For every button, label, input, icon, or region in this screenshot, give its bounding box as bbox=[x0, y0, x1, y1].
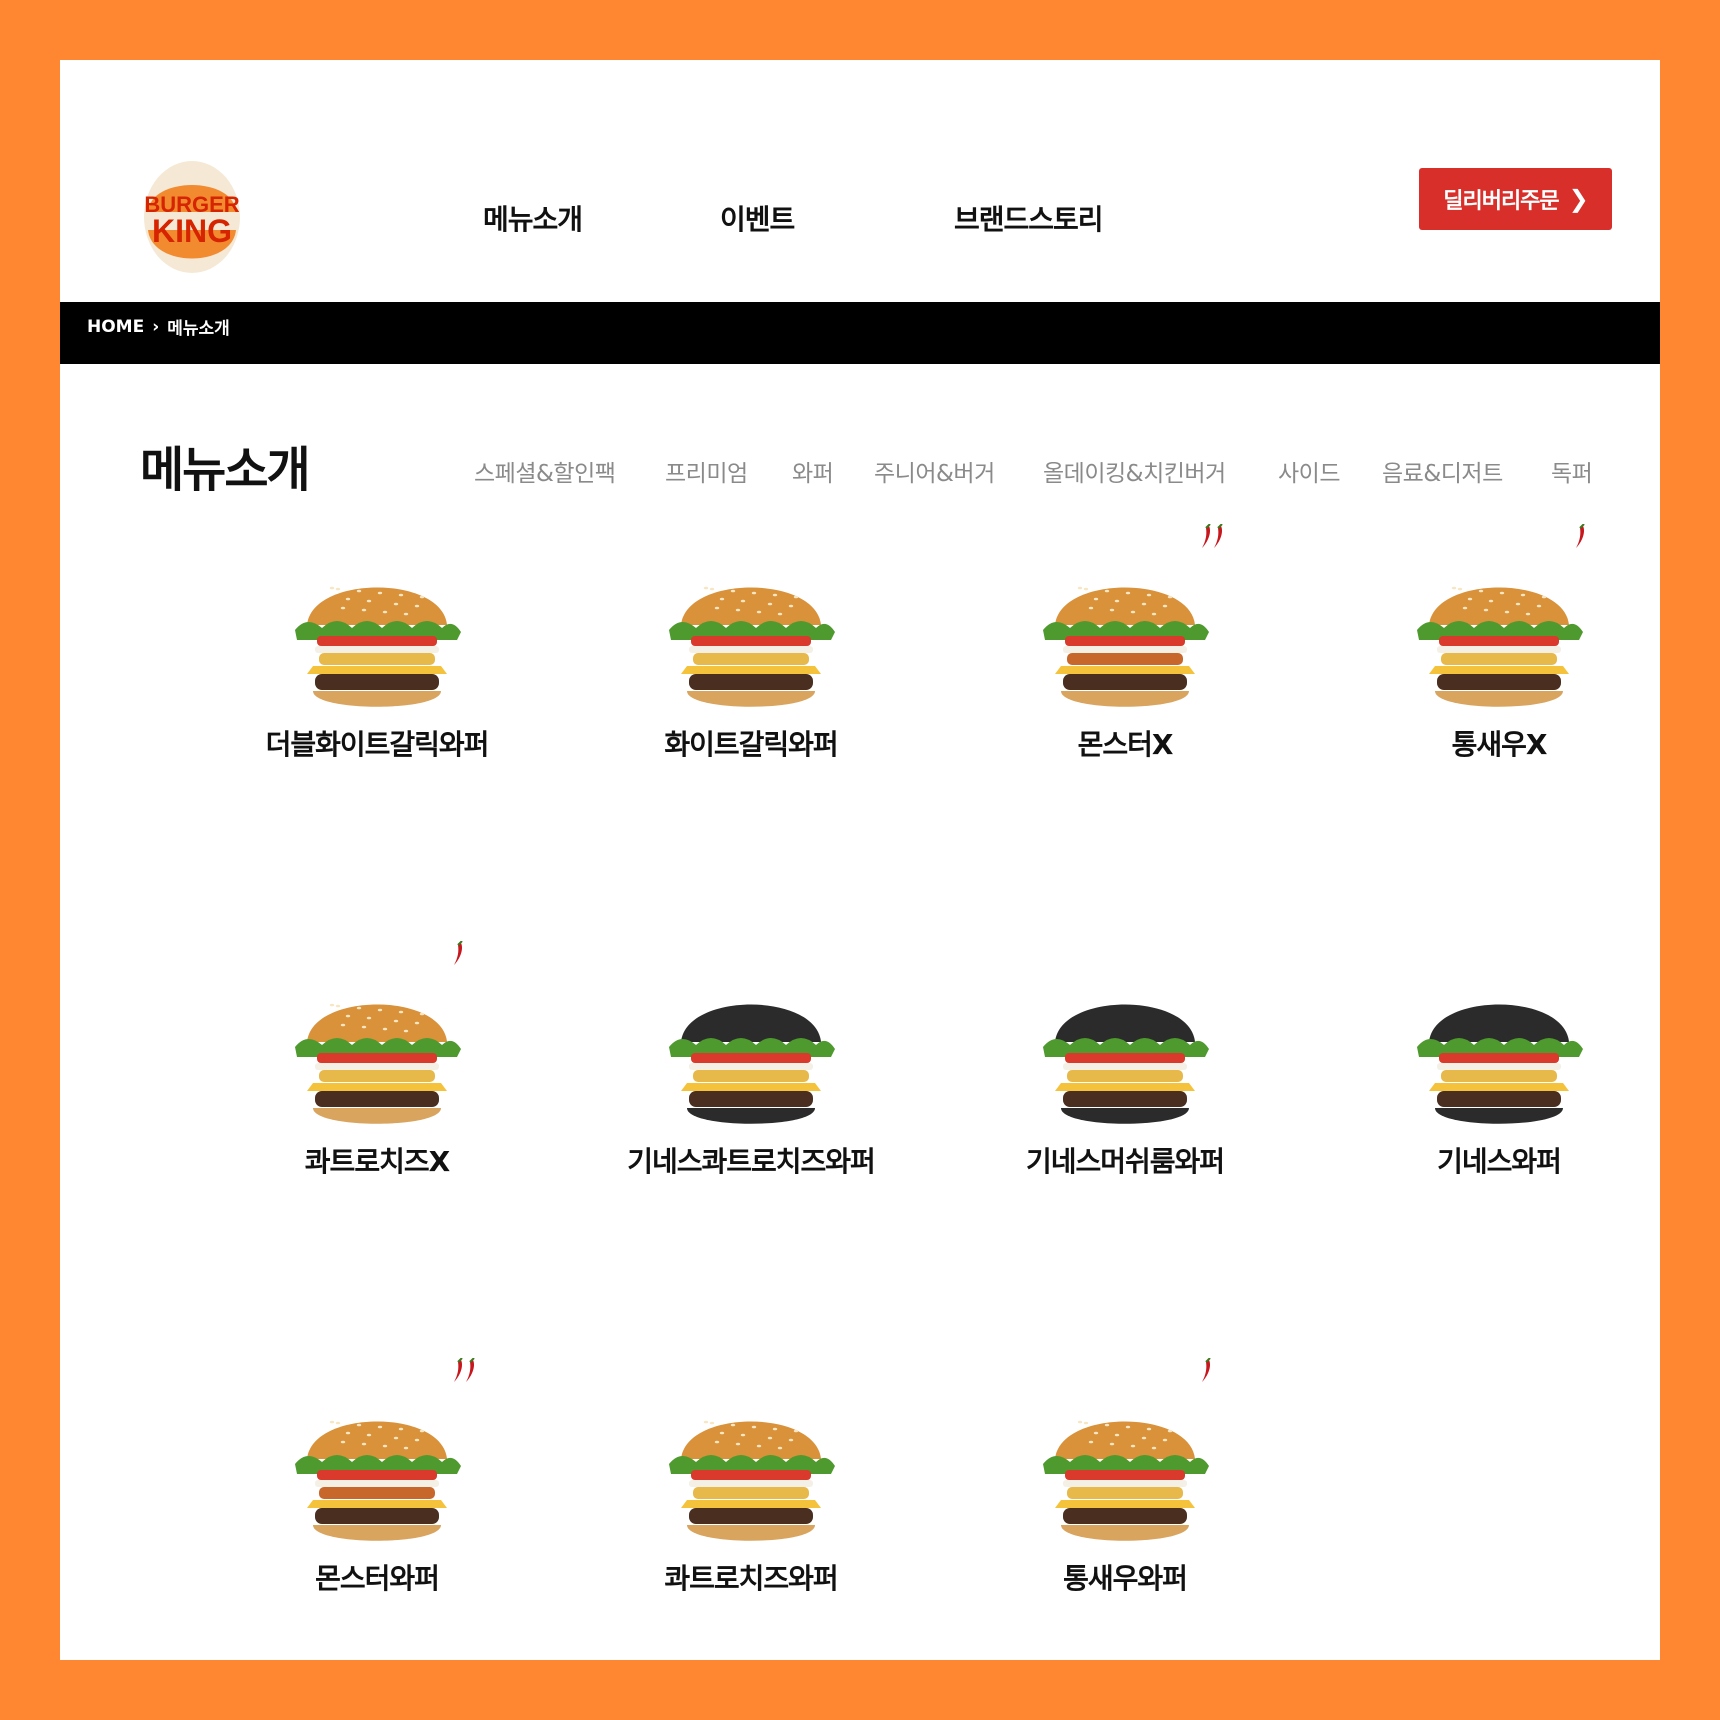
burger-image bbox=[1417, 586, 1583, 707]
burger-image bbox=[1043, 1420, 1209, 1541]
menu-item-name: 더블화이트갈릭와퍼 bbox=[265, 728, 490, 761]
menu-item-name: 몬스터X bbox=[1077, 728, 1174, 761]
tab-dogper[interactable]: 독퍼 bbox=[1551, 454, 1593, 488]
tab-whopper[interactable]: 와퍼 bbox=[792, 454, 834, 488]
menu-card[interactable]: 콰트로치즈X bbox=[190, 941, 564, 1247]
tab-drink-dessert[interactable]: 음료&디저트 bbox=[1382, 454, 1503, 488]
burger-image bbox=[1417, 1004, 1583, 1124]
menu-item-name: 화이트갈릭와퍼 bbox=[664, 728, 838, 761]
chili-pepper-icon bbox=[466, 1358, 475, 1382]
delivery-order-button[interactable]: 딜리버리주문 ❯ bbox=[1419, 168, 1612, 230]
burger-image bbox=[295, 1420, 461, 1541]
chevron-right-icon: ❯ bbox=[1568, 185, 1589, 213]
breadcrumb-home[interactable]: HOME bbox=[87, 317, 144, 337]
menu-card[interactable]: 콰트로치즈와퍼 bbox=[564, 1364, 938, 1660]
tab-special[interactable]: 스페셜&할인팩 bbox=[474, 454, 616, 488]
menu-card[interactable]: 통새우와퍼 bbox=[938, 1358, 1312, 1660]
menu-item-name: 통새우와퍼 bbox=[1063, 1562, 1188, 1595]
tab-junior-burger[interactable]: 주니어&버거 bbox=[874, 454, 995, 488]
burger-image bbox=[1043, 586, 1209, 707]
menu-item-name: 통새우X bbox=[1451, 728, 1548, 761]
chili-pepper-icon bbox=[454, 941, 463, 965]
delivery-order-label: 딜리버리주문 bbox=[1443, 189, 1559, 214]
tab-allday-chicken[interactable]: 올데이킹&치킨버거 bbox=[1043, 454, 1226, 488]
breadcrumb-separator-icon: › bbox=[152, 316, 160, 337]
menu-item-name: 기네스와퍼 bbox=[1437, 1145, 1562, 1178]
menu-card[interactable]: 화이트갈릭와퍼 bbox=[564, 530, 938, 830]
menu-item-name: 기네스콰트로치즈와퍼 bbox=[627, 1145, 876, 1178]
page-title: 메뉴소개 bbox=[140, 442, 311, 498]
burger-image bbox=[669, 1004, 835, 1124]
menu-card[interactable]: 기네스머쉬룸와퍼 bbox=[938, 947, 1312, 1247]
menu-card[interactable]: 몬스터X bbox=[938, 524, 1312, 830]
breadcrumb: HOME › 메뉴소개 bbox=[87, 314, 230, 340]
chili-pepper-icon bbox=[1576, 524, 1585, 548]
menu-item-name: 기네스머쉬룸와퍼 bbox=[1025, 1145, 1225, 1178]
menu-card[interactable]: 기네스와퍼 bbox=[1312, 947, 1660, 1247]
tab-side[interactable]: 사이드 bbox=[1278, 454, 1340, 488]
menu-card[interactable]: 통새우X bbox=[1312, 524, 1660, 830]
burger-image bbox=[295, 586, 461, 707]
menu-item-name: 콰트로치즈와퍼 bbox=[664, 1562, 838, 1595]
menu-item-name: 몬스터와퍼 bbox=[315, 1562, 440, 1595]
breadcrumb-bar: HOME › 메뉴소개 bbox=[60, 302, 1660, 364]
menu-card[interactable]: 몬스터와퍼 bbox=[190, 1358, 564, 1660]
menu-card[interactable]: 기네스콰트로치즈와퍼 bbox=[564, 947, 938, 1247]
chili-pepper-icon bbox=[1202, 1358, 1211, 1382]
nav-event[interactable]: 이벤트 bbox=[720, 198, 795, 238]
breadcrumb-current: 메뉴소개 bbox=[167, 319, 230, 339]
burger-image bbox=[1043, 1004, 1209, 1124]
nav-brand-story[interactable]: 브랜드스토리 bbox=[954, 198, 1104, 238]
menu-card[interactable]: 더블화이트갈릭와퍼 bbox=[190, 530, 564, 830]
burger-image bbox=[295, 1003, 461, 1124]
menu-item-name: 콰트로치즈X bbox=[304, 1145, 450, 1178]
nav-menu[interactable]: 메뉴소개 bbox=[483, 198, 583, 238]
chili-pepper-icon bbox=[1214, 524, 1223, 548]
burger-image bbox=[669, 586, 835, 707]
page-frame: BURGER KING 메뉴소개 이벤트 브랜드스토리 딜리버리주문 ❯ HOM… bbox=[60, 60, 1660, 1660]
tab-premium[interactable]: 프리미엄 bbox=[665, 454, 748, 488]
burger-image bbox=[669, 1420, 835, 1541]
